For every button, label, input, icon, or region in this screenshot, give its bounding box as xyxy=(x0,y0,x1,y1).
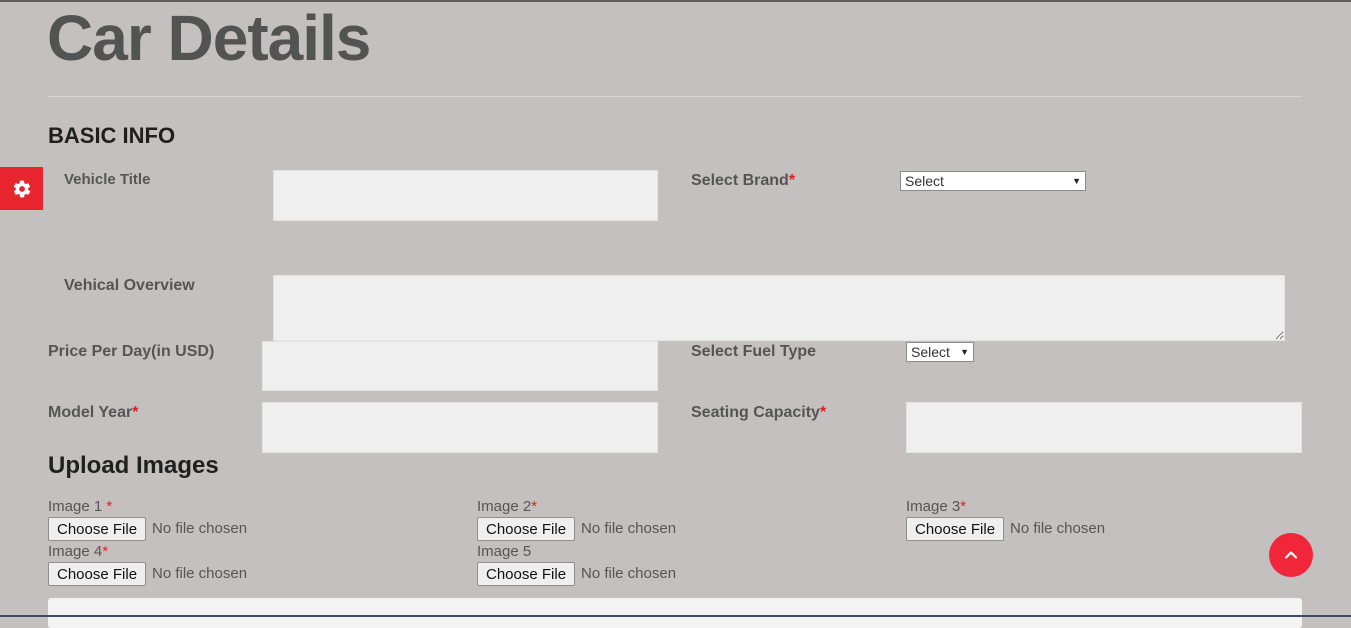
chevron-up-icon xyxy=(1284,551,1298,559)
price-per-day-input[interactable] xyxy=(262,341,658,391)
fuel-select-value: Select xyxy=(911,344,950,360)
image-5-label: Image 5 xyxy=(477,543,531,560)
required-mark: * xyxy=(106,498,113,515)
next-section-card xyxy=(48,598,1302,628)
upload-images-heading: Upload Images xyxy=(48,452,219,479)
brand-select[interactable]: Select ▼ xyxy=(900,171,1086,191)
required-mark: * xyxy=(960,498,967,515)
brand-select-value: Select xyxy=(905,173,944,189)
image-5-file-status: No file chosen xyxy=(581,565,677,582)
price-per-day-label-text: Price Per Day(in USD) xyxy=(48,343,215,360)
seating-capacity-label: Seating Capacity* xyxy=(691,404,826,422)
image-3-label-text: Image 3 xyxy=(906,498,961,515)
scroll-to-top-button[interactable] xyxy=(1269,533,1313,577)
model-year-input[interactable] xyxy=(262,402,658,453)
required-mark: * xyxy=(102,543,109,560)
fuel-type-select[interactable]: Select ▼ xyxy=(906,342,974,362)
image-3-choose-file-button[interactable]: Choose File xyxy=(906,517,1005,541)
image-1-file-status: No file chosen xyxy=(152,520,248,537)
image-2-label: Image 2* xyxy=(477,498,537,515)
model-year-label: Model Year* xyxy=(48,404,138,422)
vehicle-title-input[interactable] xyxy=(273,170,658,221)
image-3-file-status: No file chosen xyxy=(1010,520,1106,537)
image-1-label: Image 1 * xyxy=(48,498,112,515)
image-2-file-status: No file chosen xyxy=(581,520,677,537)
image-5-label-text: Image 5 xyxy=(477,543,532,560)
required-mark: * xyxy=(788,172,796,189)
select-brand-label: Select Brand* xyxy=(691,172,795,190)
image-2-label-text: Image 2 xyxy=(477,498,532,515)
image-4-label: Image 4* xyxy=(48,543,108,560)
vehicle-title-label: Vehicle Title xyxy=(64,171,150,188)
gear-icon xyxy=(13,180,30,197)
select-brand-label-text: Select Brand xyxy=(691,172,789,189)
select-fuel-type-label-text: Select Fuel Type xyxy=(691,343,817,360)
basic-info-heading: BASIC INFO xyxy=(48,123,176,148)
select-fuel-type-label: Select Fuel Type xyxy=(691,343,816,361)
title-divider xyxy=(48,96,1302,97)
image-2-choose-file-button[interactable]: Choose File xyxy=(477,517,576,541)
seating-capacity-label-text: Seating Capacity xyxy=(691,404,820,421)
required-mark: * xyxy=(819,404,827,421)
image-4-choose-file-button[interactable]: Choose File xyxy=(48,562,147,586)
dropdown-arrow-icon: ▼ xyxy=(960,347,969,357)
image-1-choose-file-button[interactable]: Choose File xyxy=(48,517,147,541)
required-mark: * xyxy=(531,498,538,515)
image-1-label-text: Image 1 xyxy=(48,498,107,515)
vehicle-overview-label-text: Vehical Overview xyxy=(64,277,195,294)
required-mark: * xyxy=(132,404,139,421)
vehicle-overview-textarea[interactable] xyxy=(273,275,1285,341)
seating-capacity-input[interactable] xyxy=(906,402,1302,453)
page-title: Car Details xyxy=(47,2,371,74)
image-4-label-text: Image 4 xyxy=(48,543,103,560)
vehicle-overview-label: Vehical Overview xyxy=(64,277,195,295)
image-5-choose-file-button[interactable]: Choose File xyxy=(477,562,576,586)
price-per-day-label: Price Per Day(in USD) xyxy=(48,343,214,361)
model-year-label-text: Model Year xyxy=(48,404,133,421)
dropdown-arrow-icon: ▼ xyxy=(1072,176,1081,186)
settings-tab-button[interactable] xyxy=(0,167,43,210)
image-3-label: Image 3* xyxy=(906,498,966,515)
vehicle-title-label-text: Vehicle Title xyxy=(64,171,151,188)
image-4-file-status: No file chosen xyxy=(152,565,248,582)
